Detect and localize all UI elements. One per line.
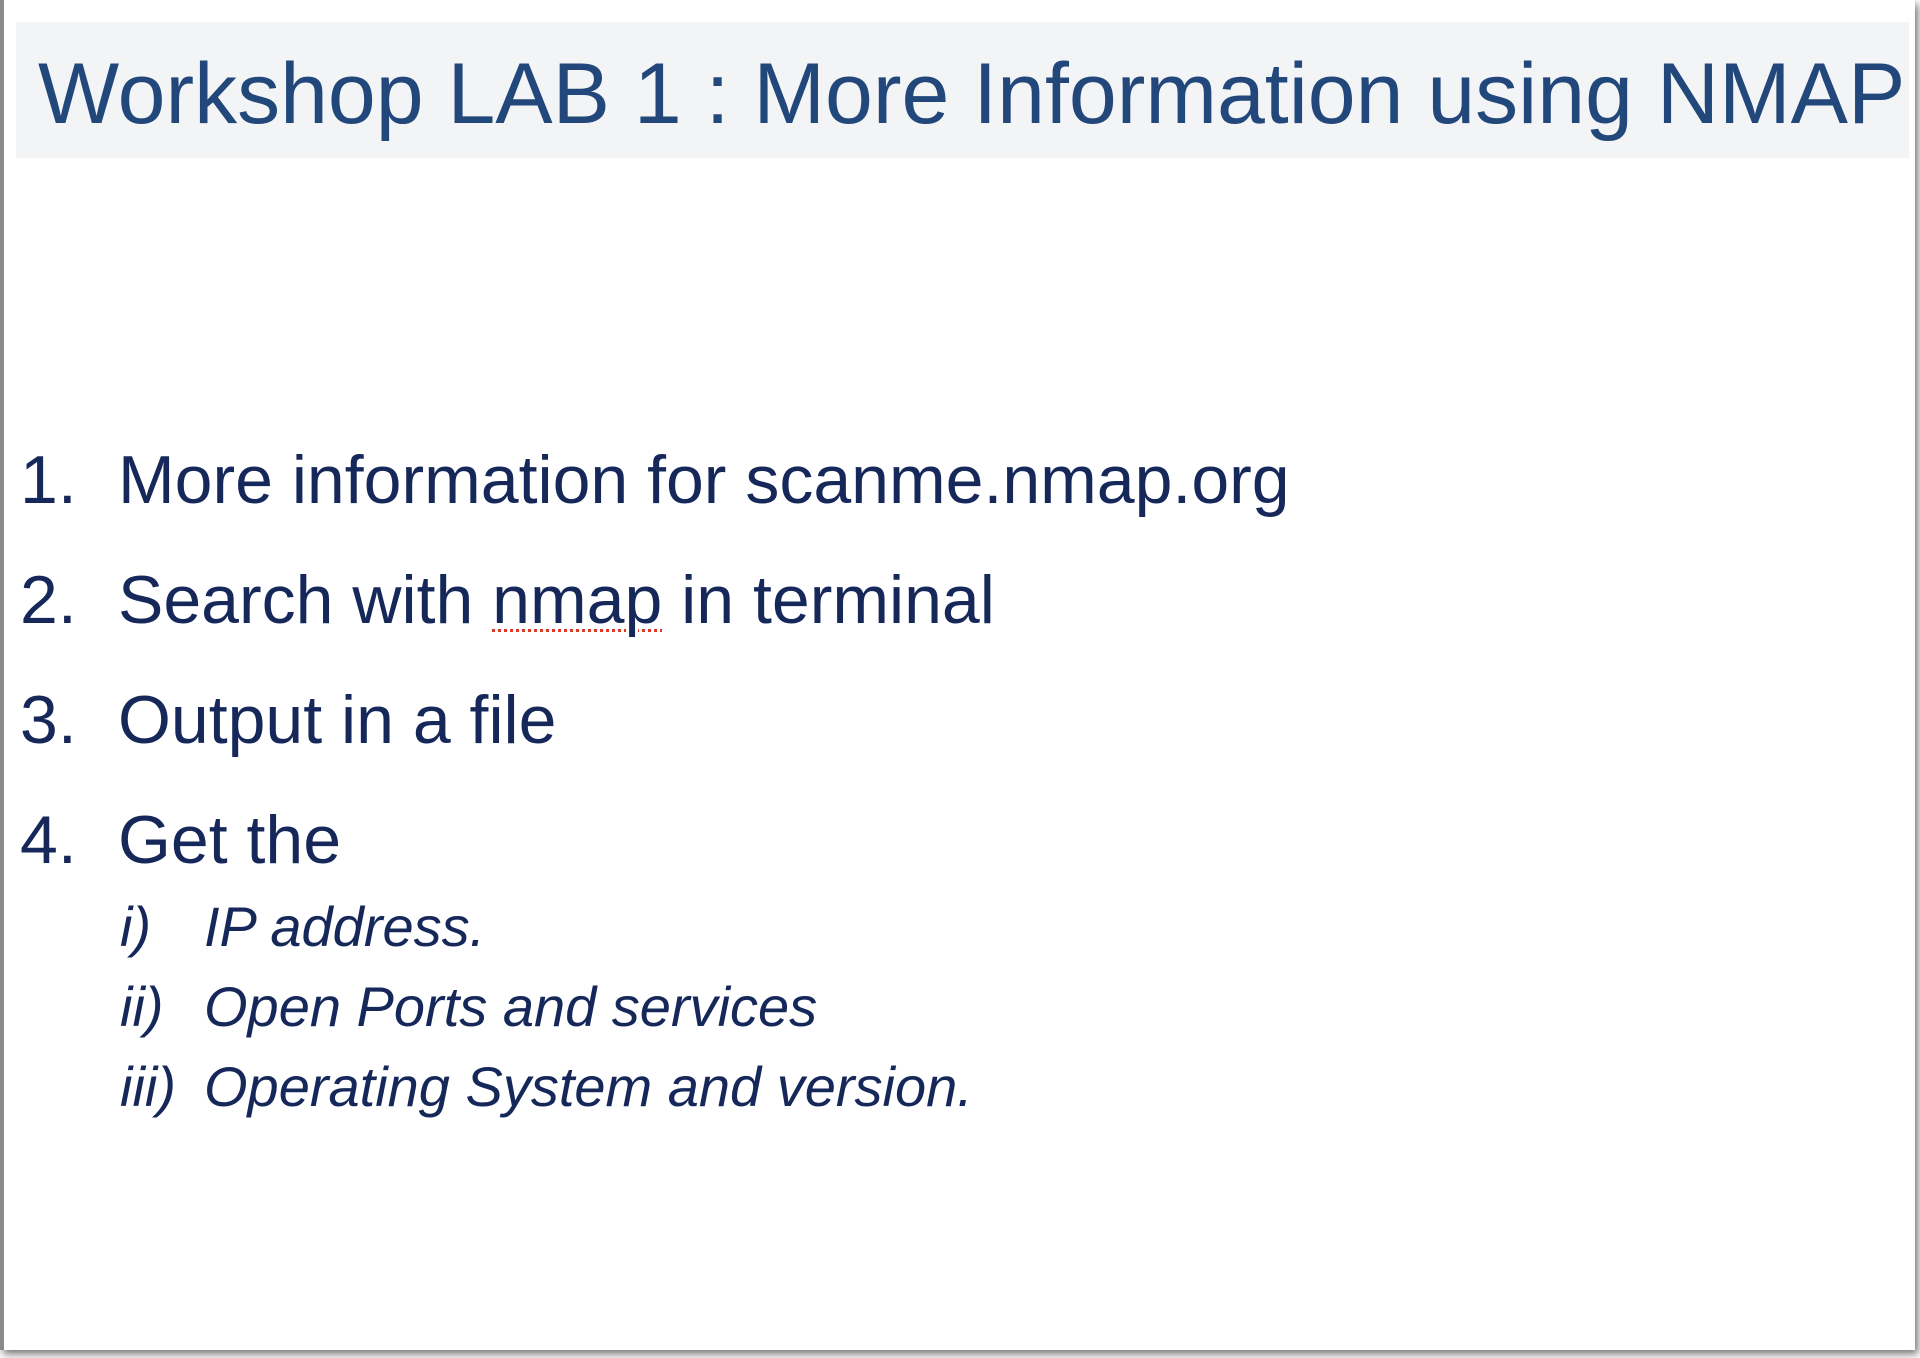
sub-list-item-text: IP address. [204, 895, 486, 958]
list-item-text-part: Search with [118, 562, 493, 638]
list-item-text: More information for scanme.nmap.org [118, 442, 1290, 518]
slide: Workshop LAB 1 : More Information using … [0, 0, 1915, 1350]
list-item-text: Output in a file [118, 682, 557, 758]
sub-list-item-number: i) [120, 895, 152, 958]
spellcheck-flagged-word: nmap [492, 562, 663, 638]
list-item-number: 4. [20, 802, 77, 878]
sub-list-item-number: iii) [120, 1055, 176, 1118]
list-item-text: Get the [118, 802, 342, 878]
list-item-text-part: in terminal [662, 562, 995, 638]
sub-list-item-number: ii) [120, 975, 164, 1038]
list-item-number: 2. [20, 562, 77, 638]
list-item-number: 3. [20, 682, 77, 758]
list-item-number: 1. [20, 442, 77, 518]
slide-title: Workshop LAB 1 : More Information using … [38, 46, 1906, 142]
list-item-text: Search with nmap in terminal [118, 560, 995, 640]
sub-list-item-text: Open Ports and services [204, 975, 818, 1038]
sub-list-item-text: Operating System and version. [204, 1055, 973, 1118]
